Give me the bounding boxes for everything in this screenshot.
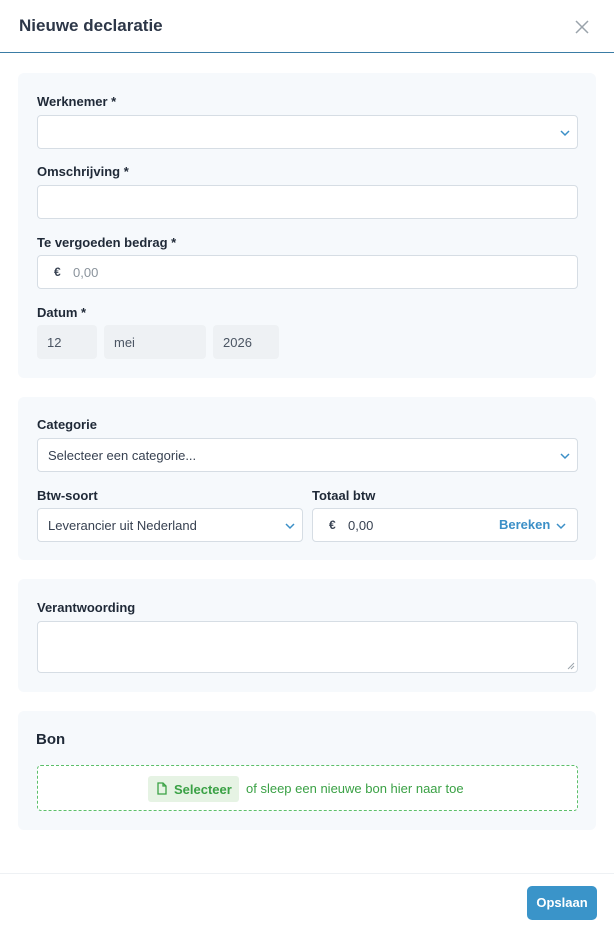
category-label: Categorie	[37, 417, 97, 432]
amount-placeholder: 0,00	[73, 265, 99, 280]
receipt-section: Bon Selecteer of sleep een nieuwe bon hi…	[18, 711, 596, 830]
category-value: Selecteer een categorie...	[48, 448, 197, 463]
date-month-field[interactable]: mei	[104, 325, 206, 359]
calculate-button[interactable]: Bereken	[499, 517, 550, 532]
justification-textarea[interactable]	[37, 621, 578, 673]
justification-label: Verantwoording	[37, 600, 136, 615]
chevron-down-icon	[285, 523, 295, 530]
employee-label: Werknemer *	[37, 94, 117, 109]
date-month-value: mei	[114, 335, 135, 350]
modal-header: Nieuwe declaratie	[0, 0, 614, 53]
drop-hint: of sleep een nieuwe bon hier naar toe	[246, 781, 464, 796]
vat-total-value: 0,00	[348, 518, 374, 533]
select-file-button[interactable]: Selecteer	[148, 776, 239, 802]
amount-label: Te vergoeden bedrag *	[37, 235, 177, 250]
file-icon	[157, 782, 167, 795]
resize-handle-icon[interactable]	[567, 662, 575, 670]
save-button[interactable]: Opslaan	[527, 886, 597, 920]
modal-title: Nieuwe declaratie	[19, 16, 163, 35]
vat-total-label: Totaal btw	[312, 488, 376, 503]
vat-type-select[interactable]: Leverancier uit Nederland	[37, 508, 303, 542]
euro-icon: €	[329, 518, 336, 532]
description-input[interactable]	[37, 185, 578, 219]
vat-total-input[interactable]: € 0,00 Bereken	[312, 508, 578, 542]
category-select[interactable]: Selecteer een categorie...	[37, 438, 578, 472]
receipt-dropzone[interactable]: Selecteer of sleep een nieuwe bon hier n…	[37, 765, 578, 811]
justification-section: Verantwoording	[18, 579, 596, 692]
date-day-value: 12	[47, 335, 62, 350]
description-label: Omschrijving *	[37, 164, 129, 179]
close-icon[interactable]	[572, 17, 592, 37]
category-section: Categorie Selecteer een categorie... Btw…	[18, 397, 596, 560]
euro-icon: €	[54, 265, 61, 279]
receipt-title: Bon	[36, 731, 66, 748]
select-file-label: Selecteer	[174, 782, 232, 797]
date-day-field[interactable]: 12	[37, 325, 97, 359]
date-year-field[interactable]: 2026	[213, 325, 279, 359]
employee-details-section: Werknemer * Omschrijving * Te vergoeden …	[18, 73, 596, 378]
date-year-value: 2026	[223, 335, 252, 350]
modal-footer: Opslaan	[0, 873, 614, 930]
vat-type-label: Btw-soort	[37, 488, 98, 503]
vat-type-value: Leverancier uit Nederland	[48, 518, 197, 533]
date-label: Datum *	[37, 305, 87, 320]
chevron-down-icon	[560, 453, 570, 460]
employee-select[interactable]	[37, 115, 578, 149]
chevron-down-icon	[556, 523, 566, 530]
chevron-down-icon	[560, 130, 570, 137]
amount-input[interactable]: € 0,00	[37, 255, 578, 289]
